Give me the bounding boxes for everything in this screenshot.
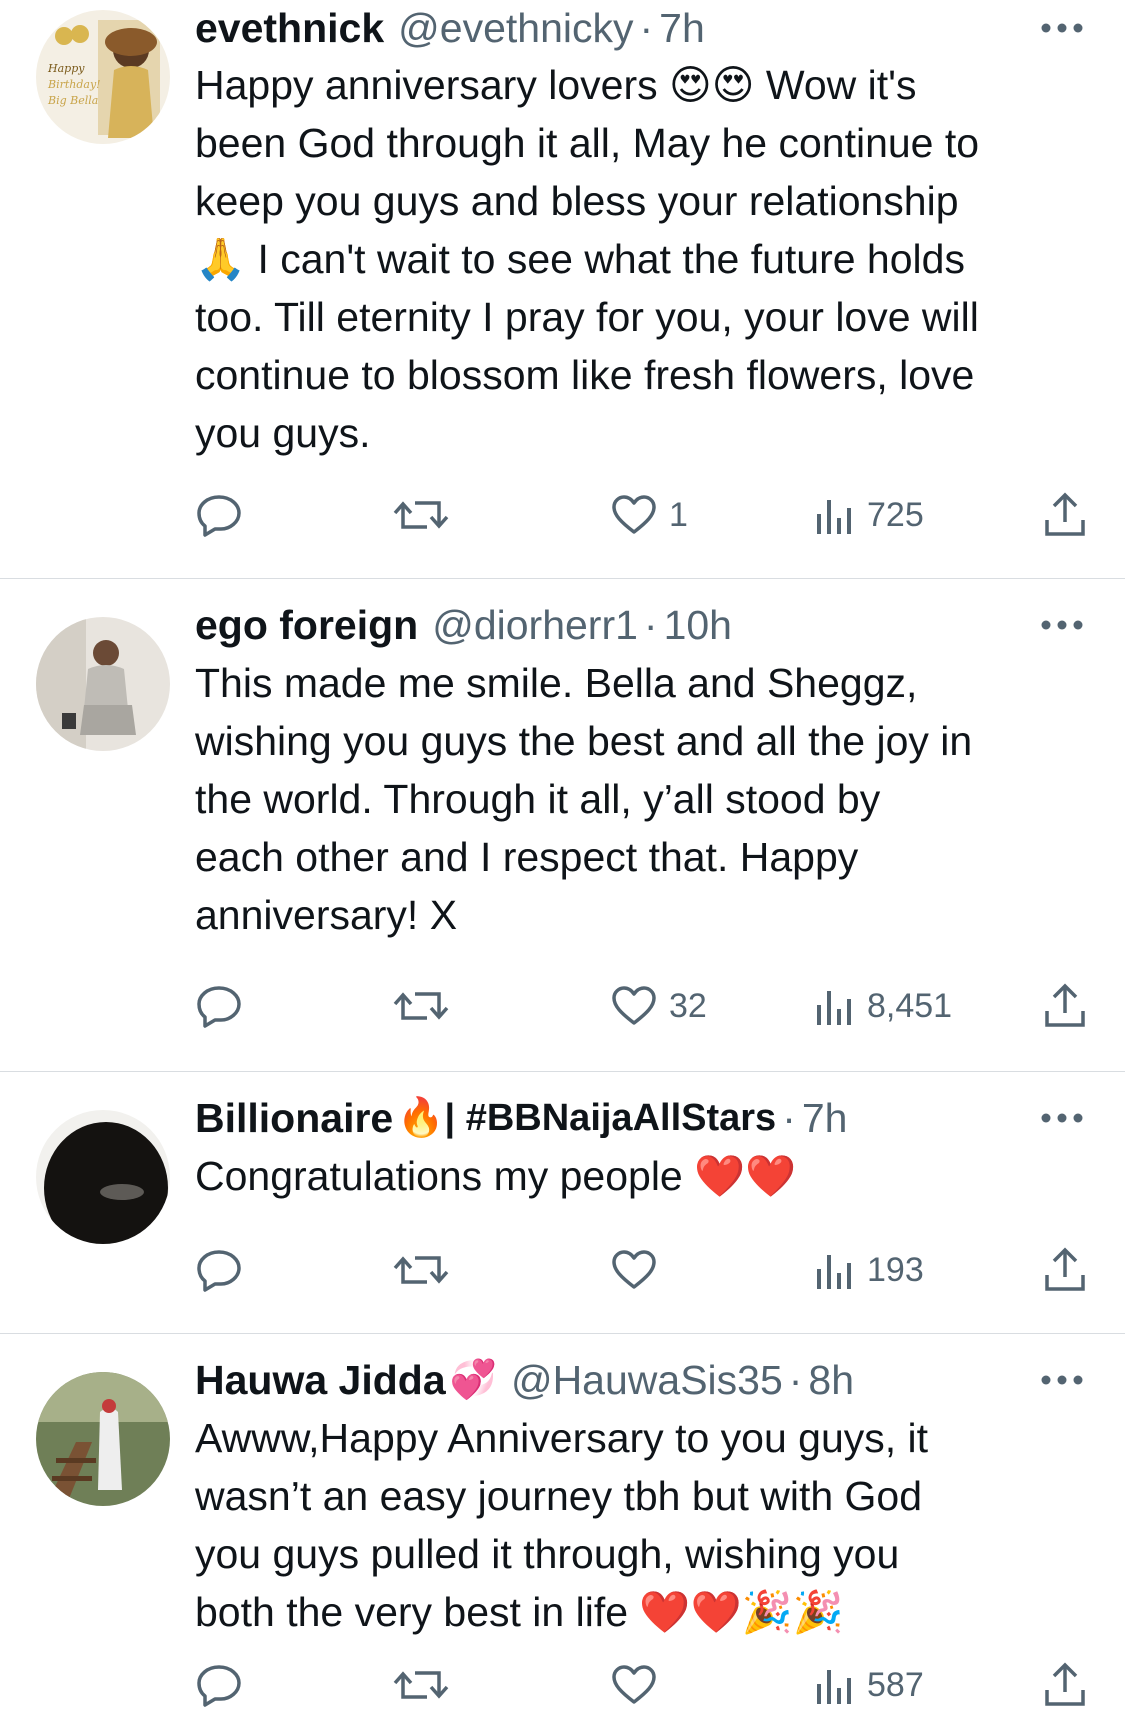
timestamp[interactable]: 7h [659,0,705,56]
reply-button[interactable] [195,1660,243,1710]
separator-dot: · [643,602,658,648]
separator-dot: · [782,1095,796,1141]
separator-dot: · [639,5,654,51]
reply-icon [195,1663,243,1707]
timestamp[interactable]: 10h [664,597,732,653]
display-name[interactable]: evethnick [195,0,384,56]
reply-icon [195,984,243,1028]
like-icon [611,1664,657,1706]
action-bar: 587 [195,1660,1095,1710]
tweet-header: ego foreign @diorherr1 · 10h [195,597,1045,653]
tweet[interactable]: Happy Birthday! Big Bella evethnick @eve… [0,0,1125,578]
views-button[interactable]: 725 [815,490,924,540]
tweet-text: This made me smile. Bella and Sheggz, wi… [195,660,973,938]
views-icon [815,1249,855,1291]
like-button[interactable] [611,1660,669,1710]
more-icon[interactable] [1039,615,1085,635]
name-badge: 💞 [449,1359,497,1401]
avatar[interactable] [36,617,170,751]
reply-button[interactable] [195,981,243,1031]
user-handle[interactable]: @evethnicky [398,0,633,56]
user-handle[interactable]: @HauwaSis35 [511,1352,783,1408]
tweet-header: evethnick @evethnicky · 7h [195,0,1045,56]
reply-icon [195,1248,243,1292]
like-icon [611,494,657,536]
retweet-icon [393,1663,449,1707]
action-bar: 1 725 [195,490,1095,540]
share-button[interactable] [1043,1245,1087,1295]
view-count: 193 [867,1250,924,1289]
tweet[interactable]: ego foreign @diorherr1 · 10h This made m… [0,579,1125,1071]
view-count: 725 [867,495,924,534]
share-icon [1043,492,1087,538]
like-button[interactable] [611,1245,669,1295]
separator-dot: · [788,1357,803,1403]
timestamp[interactable]: 7h [802,1090,848,1146]
share-icon [1043,1662,1087,1708]
like-count: 32 [669,986,707,1025]
tweet-text: Happy anniversary lovers 😍😍 Wow it's bee… [195,62,980,456]
reply-icon [195,493,243,537]
share-button[interactable] [1043,1660,1087,1710]
like-button[interactable]: 32 [611,981,707,1031]
retweet-button[interactable] [393,1245,449,1295]
views-button[interactable]: 8,451 [815,981,952,1031]
tweet-text: Awww,Happy Anniversary to you guys, it w… [195,1415,929,1635]
name-badge: 🔥| #BBNaijaAllStars [397,1097,777,1139]
more-icon[interactable] [1039,1370,1085,1390]
avatar[interactable] [36,1110,170,1244]
retweet-button[interactable] [393,981,449,1031]
share-button[interactable] [1043,981,1087,1031]
retweet-button[interactable] [393,1660,449,1710]
share-icon [1043,1247,1087,1293]
views-icon [815,1664,855,1706]
views-icon [815,494,855,536]
action-bar: 193 [195,1245,1095,1295]
display-name[interactable]: Billionaire [195,1090,393,1146]
retweet-icon [393,493,449,537]
svg-text:Happy: Happy [47,62,85,75]
tweet[interactable]: Hauwa Jidda 💞 @HauwaSis35 · 8h Awww,Happ… [0,1334,1125,1736]
views-button[interactable]: 587 [815,1660,924,1710]
action-bar: 32 8,451 [195,981,1095,1031]
reply-button[interactable] [195,1245,243,1295]
views-button[interactable]: 193 [815,1245,924,1295]
svg-text:Birthday!: Birthday! [47,78,101,91]
like-icon [611,985,657,1027]
tweet[interactable]: Billionaire 🔥| #BBNaijaAllStars · 7h Con… [0,1072,1125,1333]
display-name[interactable]: ego foreign [195,597,418,653]
avatar[interactable] [36,1372,170,1506]
like-icon [611,1249,657,1291]
more-icon[interactable] [1039,18,1085,38]
avatar[interactable]: Happy Birthday! Big Bella [36,10,170,144]
tweet-header: Hauwa Jidda 💞 @HauwaSis35 · 8h [195,1352,1045,1408]
more-icon[interactable] [1039,1108,1085,1128]
like-button[interactable]: 1 [611,490,688,540]
retweet-button[interactable] [393,490,449,540]
svg-text:Big Bella: Big Bella [47,94,98,107]
view-count: 8,451 [867,986,953,1025]
share-button[interactable] [1043,490,1087,540]
retweet-icon [393,1248,449,1292]
display-name[interactable]: Hauwa Jidda [195,1352,446,1408]
tweet-text: Congratulations my people ❤️❤️ [195,1153,797,1199]
like-count: 1 [669,495,688,534]
retweet-icon [393,984,449,1028]
timestamp[interactable]: 8h [808,1352,854,1408]
reply-button[interactable] [195,490,243,540]
tweet-header: Billionaire 🔥| #BBNaijaAllStars · 7h [195,1090,1045,1146]
user-handle[interactable]: @diorherr1 [432,597,638,653]
share-icon [1043,983,1087,1029]
views-icon [815,985,855,1027]
view-count: 587 [867,1665,924,1704]
